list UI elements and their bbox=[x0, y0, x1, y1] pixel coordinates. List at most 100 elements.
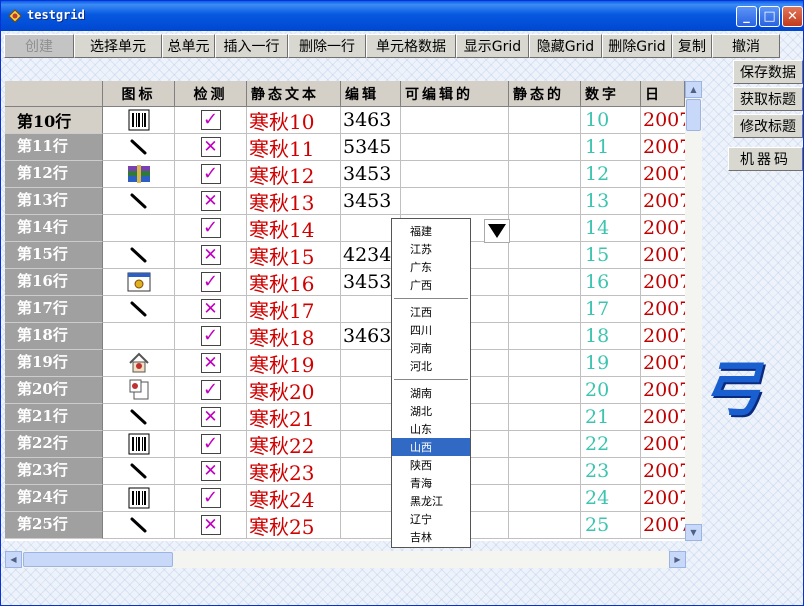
checked-checkbox[interactable]: ✓ bbox=[200, 164, 221, 184]
table-cell-number[interactable]: 13 bbox=[581, 188, 641, 215]
column-header-date[interactable]: 日 bbox=[641, 81, 685, 107]
dropdown-option[interactable]: 湖北 bbox=[392, 402, 470, 420]
table-cell-static[interactable] bbox=[509, 242, 581, 269]
row-header[interactable]: 第15行 bbox=[5, 242, 103, 269]
row-header[interactable]: 第14行 bbox=[5, 215, 103, 242]
table-cell-icon[interactable] bbox=[103, 296, 175, 323]
row-header[interactable]: 第11行 bbox=[5, 134, 103, 161]
table-cell-static[interactable] bbox=[509, 404, 581, 431]
table-cell-static-text[interactable]: 寒秋12 bbox=[247, 161, 341, 188]
save-data-button[interactable]: 保存数据 bbox=[733, 60, 803, 84]
dropdown-option[interactable]: 河南 bbox=[392, 339, 470, 357]
table-cell-static[interactable] bbox=[509, 107, 581, 134]
vertical-scrollbar[interactable]: ▲ ▼ bbox=[685, 81, 702, 541]
row-header[interactable]: 第20行 bbox=[5, 377, 103, 404]
horizontal-scroll-thumb[interactable] bbox=[23, 552, 173, 567]
table-cell-date[interactable]: 2007 bbox=[641, 350, 685, 377]
crossed-checkbox[interactable]: ✕ bbox=[200, 299, 221, 319]
table-cell-date[interactable]: 2007 bbox=[641, 215, 685, 242]
row-header[interactable]: 第23行 bbox=[5, 458, 103, 485]
dropdown-option[interactable]: 青海 bbox=[392, 474, 470, 492]
table-cell-check[interactable]: ✓ bbox=[175, 269, 247, 296]
table-cell-icon[interactable] bbox=[103, 350, 175, 377]
table-cell-static-text[interactable]: 寒秋11 bbox=[247, 134, 341, 161]
row-header[interactable]: 第24行 bbox=[5, 485, 103, 512]
column-header-static[interactable]: 静态的 bbox=[509, 81, 581, 107]
checked-checkbox[interactable]: ✓ bbox=[200, 434, 221, 454]
table-cell-check[interactable]: ✓ bbox=[175, 431, 247, 458]
crossed-checkbox[interactable]: ✕ bbox=[200, 461, 221, 481]
table-cell-icon[interactable] bbox=[103, 269, 175, 296]
table-cell-edit[interactable]: 3463 bbox=[341, 107, 401, 134]
table-cell-static[interactable] bbox=[509, 323, 581, 350]
table-cell-check[interactable]: ✕ bbox=[175, 242, 247, 269]
table-cell-static-text[interactable]: 寒秋14 bbox=[247, 215, 341, 242]
table-cell-date[interactable]: 2007 bbox=[641, 188, 685, 215]
table-cell-check[interactable]: ✕ bbox=[175, 512, 247, 539]
table-cell-check[interactable]: ✕ bbox=[175, 404, 247, 431]
table-cell-icon[interactable] bbox=[103, 188, 175, 215]
table-cell-number[interactable]: 12 bbox=[581, 161, 641, 188]
crossed-checkbox[interactable]: ✕ bbox=[200, 515, 221, 535]
table-cell-number[interactable]: 17 bbox=[581, 296, 641, 323]
table-cell-icon[interactable] bbox=[103, 161, 175, 188]
table-cell-icon[interactable] bbox=[103, 458, 175, 485]
table-cell-icon[interactable] bbox=[103, 377, 175, 404]
table-cell-number[interactable]: 16 bbox=[581, 269, 641, 296]
dropdown-option[interactable]: 黑龙江 bbox=[392, 492, 470, 510]
toolbar-button-6[interactable]: 显示Grid bbox=[456, 34, 529, 58]
table-cell-number[interactable]: 18 bbox=[581, 323, 641, 350]
table-cell-static-text[interactable]: 寒秋17 bbox=[247, 296, 341, 323]
table-cell-date[interactable]: 2007 bbox=[641, 485, 685, 512]
checked-checkbox[interactable]: ✓ bbox=[200, 272, 221, 292]
get-title-button[interactable]: 获取标题 bbox=[733, 87, 803, 111]
table-cell-icon[interactable] bbox=[103, 404, 175, 431]
table-cell-check[interactable]: ✓ bbox=[175, 161, 247, 188]
table-cell-edit[interactable]: 3453 bbox=[341, 188, 401, 215]
table-cell-editable[interactable] bbox=[401, 107, 509, 134]
table-cell-number[interactable]: 21 bbox=[581, 404, 641, 431]
table-cell-check[interactable]: ✕ bbox=[175, 296, 247, 323]
table-cell-number[interactable]: 11 bbox=[581, 134, 641, 161]
scroll-up-button[interactable]: ▲ bbox=[685, 81, 702, 98]
table-cell-static-text[interactable]: 寒秋13 bbox=[247, 188, 341, 215]
table-cell-check[interactable]: ✕ bbox=[175, 350, 247, 377]
toolbar-button-10[interactable]: 撤消 bbox=[712, 34, 780, 58]
table-cell-static-text[interactable]: 寒秋22 bbox=[247, 431, 341, 458]
table-cell-static[interactable] bbox=[509, 377, 581, 404]
edit-title-button[interactable]: 修改标题 bbox=[733, 114, 803, 138]
column-header-editable[interactable]: 可编辑的 bbox=[401, 81, 509, 107]
table-cell-date[interactable]: 2007 bbox=[641, 377, 685, 404]
dropdown-option[interactable]: 陕西 bbox=[392, 456, 470, 474]
column-header-static-text[interactable]: 静态文本 bbox=[247, 81, 341, 107]
column-header-edit[interactable]: 编辑 bbox=[341, 81, 401, 107]
dropdown-toggle-button[interactable] bbox=[484, 219, 510, 243]
table-cell-editable[interactable] bbox=[401, 161, 509, 188]
toolbar-button-4[interactable]: 删除一行 bbox=[288, 34, 366, 58]
toolbar-button-9[interactable]: 复制 bbox=[672, 34, 712, 58]
dropdown-option[interactable]: 广西 bbox=[392, 276, 470, 294]
table-cell-static-text[interactable]: 寒秋23 bbox=[247, 458, 341, 485]
crossed-checkbox[interactable]: ✕ bbox=[200, 191, 221, 211]
province-dropdown-list[interactable]: 福建 江苏 广东 广西 江西 四川 河南 河北 湖南 湖北 山东 山西 陕西 青海 黑龙江 辽宁 吉林 bbox=[391, 218, 471, 548]
row-header[interactable]: 第22行 bbox=[5, 431, 103, 458]
toolbar-button-1[interactable]: 选择单元 bbox=[74, 34, 162, 58]
table-cell-icon[interactable] bbox=[103, 485, 175, 512]
row-header[interactable]: 第13行 bbox=[5, 188, 103, 215]
row-header[interactable]: 第17行 bbox=[5, 296, 103, 323]
table-cell-icon[interactable] bbox=[103, 323, 175, 350]
table-cell-date[interactable]: 2007 bbox=[641, 296, 685, 323]
checked-checkbox[interactable]: ✓ bbox=[200, 218, 221, 238]
column-header-number[interactable]: 数字 bbox=[581, 81, 641, 107]
crossed-checkbox[interactable]: ✕ bbox=[200, 407, 221, 427]
table-cell-date[interactable]: 2007 bbox=[641, 134, 685, 161]
table-cell-static[interactable] bbox=[509, 296, 581, 323]
table-cell-check[interactable]: ✓ bbox=[175, 377, 247, 404]
column-header-check[interactable]: 检测 bbox=[175, 81, 247, 107]
toolbar-button-3[interactable]: 插入一行 bbox=[215, 34, 288, 58]
toolbar-button-5[interactable]: 单元格数据 bbox=[366, 34, 456, 58]
table-cell-static-text[interactable]: 寒秋20 bbox=[247, 377, 341, 404]
row-header[interactable]: 第19行 bbox=[5, 350, 103, 377]
table-cell-check[interactable]: ✓ bbox=[175, 485, 247, 512]
table-cell-date[interactable]: 2007 bbox=[641, 323, 685, 350]
